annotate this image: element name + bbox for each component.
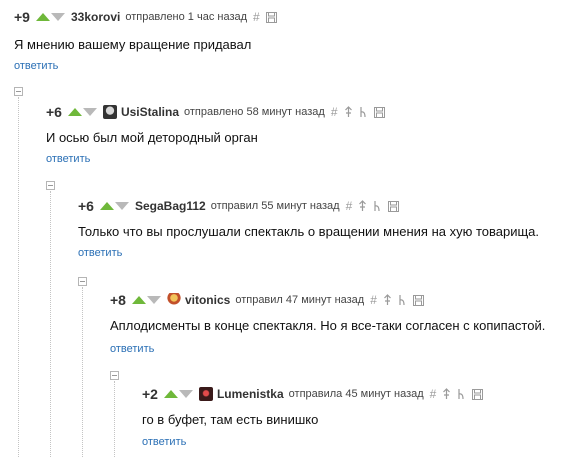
comment-text: Только что вы прослушали спектакль о вра… xyxy=(78,224,540,239)
arrow-up-icon[interactable] xyxy=(442,388,451,400)
vote-down-icon[interactable] xyxy=(114,202,129,210)
thread-line xyxy=(18,97,19,457)
reply-link[interactable]: ответить xyxy=(142,436,186,448)
username-link[interactable]: vitonics xyxy=(185,293,230,307)
avatar-icon[interactable] xyxy=(166,293,181,307)
comment-text: Я мнению вашему вращение придавал xyxy=(14,37,252,52)
thread-line xyxy=(114,381,115,457)
vote-up-icon[interactable] xyxy=(35,13,50,21)
vote-up-icon[interactable] xyxy=(131,296,146,304)
vote-up-icon[interactable] xyxy=(163,390,178,398)
floppy-icon[interactable] xyxy=(373,106,385,118)
rating-value: +2 xyxy=(142,386,158,402)
vote-down-icon[interactable] xyxy=(146,296,161,304)
avatar-icon[interactable] xyxy=(102,105,117,119)
floppy-icon[interactable] xyxy=(388,200,400,212)
timestamp: отправил 55 минут назад xyxy=(210,200,340,212)
username-link[interactable]: UsiStalina xyxy=(121,105,179,119)
comment-header: +2 Lumenistka отправила 45 минут назад # xyxy=(142,385,489,403)
branch-icon[interactable] xyxy=(398,294,407,306)
reply-link[interactable]: ответить xyxy=(78,247,122,259)
timestamp: отправила 45 минут назад xyxy=(288,388,424,400)
hash-icon[interactable]: # xyxy=(370,294,377,306)
comment-header: +6 SegaBag112 отправил 55 минут назад # xyxy=(78,197,405,215)
collapse-thread-icon[interactable] xyxy=(78,277,87,286)
hash-icon[interactable]: # xyxy=(331,106,338,118)
thread-line xyxy=(50,191,51,457)
reply-link[interactable]: ответить xyxy=(110,343,154,355)
hash-icon[interactable]: # xyxy=(253,11,260,23)
thread-line xyxy=(82,287,83,457)
comment-text: го в буфет, там есть винишко xyxy=(142,412,319,427)
reply-link[interactable]: ответить xyxy=(14,60,58,72)
vote-up-icon[interactable] xyxy=(67,108,82,116)
collapse-thread-icon[interactable] xyxy=(110,371,119,380)
comment-header: +8 vitonics отправил 47 минут назад # xyxy=(110,291,430,309)
vote-down-icon[interactable] xyxy=(50,13,65,21)
hash-icon[interactable]: # xyxy=(346,200,353,212)
vote-down-icon[interactable] xyxy=(82,108,97,116)
username-link[interactable]: 33korovi xyxy=(71,10,120,24)
username-link[interactable]: SegaBag112 xyxy=(135,199,206,213)
username-link[interactable]: Lumenistka xyxy=(217,387,284,401)
comment-text: Аплодисменты в конце спектакля. Но я все… xyxy=(110,318,546,333)
timestamp: отправлено 1 час назад xyxy=(125,11,248,23)
collapse-thread-icon[interactable] xyxy=(14,87,23,96)
comment-header: +6 UsiStalina отправлено 58 минут назад … xyxy=(46,103,391,121)
arrow-up-icon[interactable] xyxy=(344,106,353,118)
timestamp: отправил 47 минут назад xyxy=(235,294,365,306)
floppy-icon[interactable] xyxy=(472,388,484,400)
comment-text: И осью был мой детородный орган xyxy=(46,130,258,145)
branch-icon[interactable] xyxy=(373,200,382,212)
floppy-icon[interactable] xyxy=(265,11,277,23)
floppy-icon[interactable] xyxy=(412,294,424,306)
rating-value: +8 xyxy=(110,292,126,308)
vote-down-icon[interactable] xyxy=(178,390,193,398)
avatar-icon[interactable] xyxy=(198,387,213,401)
arrow-up-icon[interactable] xyxy=(358,200,367,212)
reply-link[interactable]: ответить xyxy=(46,153,90,165)
arrow-up-icon[interactable] xyxy=(383,294,392,306)
collapse-thread-icon[interactable] xyxy=(46,181,55,190)
vote-up-icon[interactable] xyxy=(99,202,114,210)
comment-header: +9 33korovi отправлено 1 час назад # xyxy=(14,8,283,26)
branch-icon[interactable] xyxy=(359,106,368,118)
rating-value: +6 xyxy=(46,104,62,120)
timestamp: отправлено 58 минут назад xyxy=(184,106,325,118)
rating-value: +9 xyxy=(14,9,30,25)
rating-value: +6 xyxy=(78,198,94,214)
branch-icon[interactable] xyxy=(457,388,466,400)
hash-icon[interactable]: # xyxy=(430,388,437,400)
